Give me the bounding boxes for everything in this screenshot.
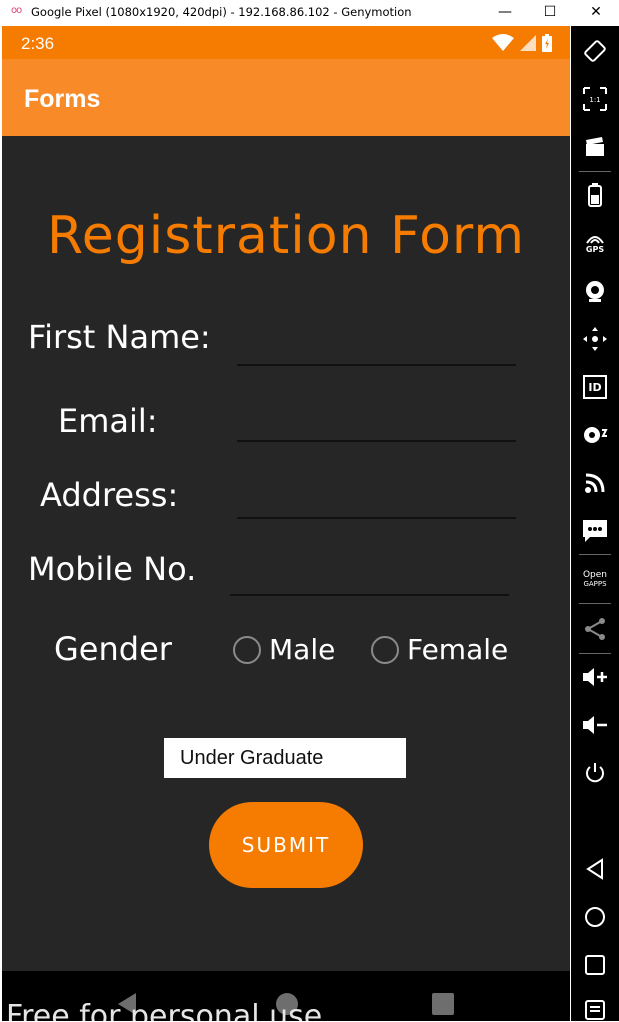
home-button-icon[interactable] [571, 902, 619, 932]
radio-circle-icon [233, 635, 261, 664]
device-id-icon[interactable]: ID [571, 372, 619, 402]
dpad-widget-icon[interactable] [571, 324, 619, 354]
battery-widget-icon[interactable] [571, 180, 619, 210]
status-icons [492, 34, 552, 52]
app-title: Forms [24, 85, 101, 113]
genymotion-window: oo Google Pixel (1080x1920, 420dpi) - 19… [0, 0, 619, 1021]
gender-label: Gender [54, 630, 172, 668]
power-icon[interactable] [571, 758, 619, 788]
radio-circle-icon [371, 635, 399, 664]
email-label: Email: [58, 402, 158, 440]
pixel-perfect-icon[interactable]: 1:1 [571, 84, 619, 114]
volume-down-icon[interactable] [571, 710, 619, 740]
wifi-icon [492, 34, 514, 51]
open-gapps-sublabel: GAPPS [583, 580, 607, 588]
toolbar-divider [579, 603, 611, 604]
maximize-button[interactable]: ☐ [527, 0, 573, 24]
device-id-label: ID [583, 375, 607, 399]
open-gapps-label: Open [582, 570, 608, 580]
toolbar-divider [579, 171, 611, 172]
open-gapps-icon[interactable]: Open GAPPS [571, 564, 619, 594]
gps-widget-icon[interactable]: GPS [571, 226, 619, 260]
toolbar-divider [579, 554, 611, 555]
radio-label: Male [269, 633, 336, 666]
sms-widget-icon[interactable] [571, 516, 619, 546]
mobile-input[interactable] [230, 556, 509, 596]
first-name-input[interactable] [237, 326, 516, 366]
registration-form: Registration Form First Name: Email: Add… [2, 136, 570, 971]
recents-nav-icon[interactable] [430, 991, 456, 1017]
submit-button[interactable]: SUBMIT [209, 802, 363, 888]
screencast-icon[interactable] [571, 132, 619, 162]
radio-label: Female [407, 633, 509, 666]
battery-icon [542, 34, 552, 52]
email-input[interactable] [237, 402, 516, 442]
watermark-text: Free for personal use [6, 999, 323, 1021]
first-name-label: First Name: [28, 318, 211, 356]
form-heading: Registration Form [46, 206, 526, 266]
menu-button-icon[interactable] [571, 998, 619, 1022]
window-title: Google Pixel (1080x1920, 420dpi) - 192.1… [31, 5, 412, 19]
gps-label: GPS [585, 244, 605, 254]
pixel-perfect-label: 1:1 [589, 96, 600, 104]
address-label: Address: [40, 476, 179, 514]
gender-female-radio[interactable]: Female [371, 633, 508, 666]
share-icon[interactable] [571, 614, 619, 644]
mobile-label: Mobile No. [28, 550, 197, 588]
close-button[interactable]: ✕ [573, 0, 619, 24]
media-widget-icon[interactable] [571, 420, 619, 450]
signal-icon [520, 35, 536, 51]
camera-widget-icon[interactable] [571, 276, 619, 306]
status-time: 2:36 [21, 34, 55, 53]
recent-apps-icon[interactable] [571, 950, 619, 980]
genymotion-logo-icon: oo [11, 5, 22, 16]
address-input[interactable] [237, 479, 516, 519]
gender-male-radio[interactable]: Male [233, 633, 335, 666]
volume-up-icon[interactable] [571, 662, 619, 692]
genymotion-toolbar: 1:1 GPS ID Open GAPPS [571, 26, 619, 1021]
phone-screen: 2:36 Forms Registration Form First Name:… [2, 26, 570, 1021]
cast-icon[interactable] [571, 468, 619, 498]
minimize-button[interactable]: — [482, 0, 528, 24]
status-bar: 2:36 [2, 26, 570, 59]
app-bar: Forms [2, 59, 570, 136]
toolbar-divider [579, 653, 611, 654]
window-title-bar: oo Google Pixel (1080x1920, 420dpi) - 19… [0, 0, 619, 24]
education-dropdown[interactable]: Under Graduate [164, 738, 406, 778]
rotate-icon[interactable] [571, 36, 619, 66]
back-button-icon[interactable] [571, 854, 619, 884]
